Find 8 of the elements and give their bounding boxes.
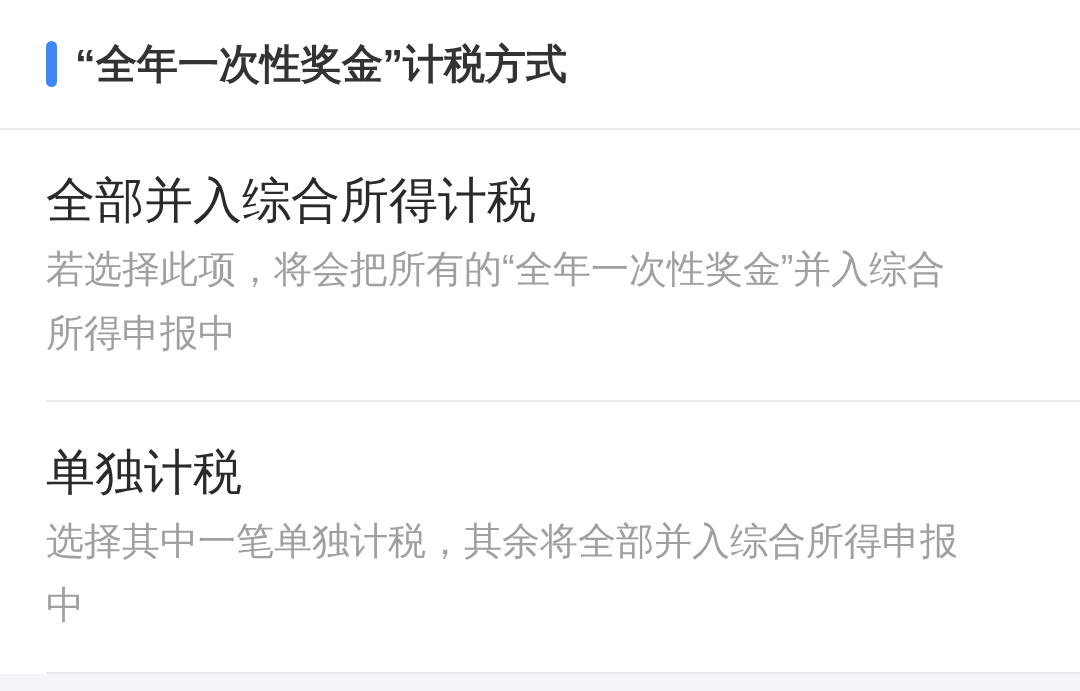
- option-title: 单独计税: [46, 444, 243, 501]
- option-row[interactable]: 全部并入综合所得计税 若选择此项，将会把所有的“全年一次性奖金”并入综合所得申报中: [46, 130, 1080, 402]
- option-description: 选择其中一笔单独计税，其余将全部并入综合所得申报中: [46, 519, 959, 628]
- accent-bar-icon: [46, 41, 57, 87]
- option-description: 若选择此项，将会把所有的“全年一次性奖金”并入综合所得申报中: [46, 247, 947, 356]
- option-row[interactable]: 单独计税 选择其中一笔单独计税，其余将全部并入综合所得申报中: [46, 402, 1080, 674]
- option-title: 全部并入综合所得计税: [46, 172, 537, 229]
- section-title: “全年一次性奖金”计税方式: [75, 40, 567, 89]
